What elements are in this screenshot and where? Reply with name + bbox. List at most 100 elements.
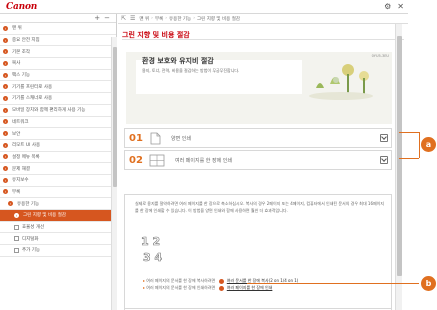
- sidebar-item[interactable]: › 맨 위: [0, 23, 116, 35]
- sidebar-item-label: 효율성 개선: [22, 225, 45, 231]
- sidebar-item-label: 문제 해결: [12, 166, 30, 172]
- content-toolbar: ⇱ ☰ 맨 위 › 부록 › 유용한 기능 › 그린 지향 및 비용 절감: [118, 14, 408, 24]
- sidebar-item-label: 유지보수: [12, 178, 29, 184]
- chevron-right-icon: ›: [3, 84, 8, 90]
- chevron-right-icon: ›: [3, 72, 8, 78]
- gear-icon[interactable]: ⚙: [384, 2, 391, 11]
- item-duplex-print[interactable]: 01 양면 인쇄: [124, 128, 392, 148]
- breadcrumb-separator: ›: [193, 16, 195, 21]
- expand-toggle-button[interactable]: [380, 156, 388, 164]
- sidebar-item-label: 설정 메뉴 목록: [12, 154, 40, 160]
- chevron-right-icon: ›: [3, 95, 8, 101]
- close-icon[interactable]: ✕: [397, 2, 404, 11]
- item-number: 02: [129, 154, 143, 166]
- chevron-right-icon: ›: [3, 37, 8, 43]
- eco-trees-illustration: [309, 64, 373, 100]
- svg-text:1 2: 1 2: [141, 235, 160, 248]
- breadcrumb-3: 그린 지향 및 비용 절감: [197, 16, 240, 22]
- sidebar-item[interactable]: › 중요 안전 지침: [0, 35, 116, 47]
- chevron-right-icon: ›: [8, 201, 13, 207]
- item-label: 여러 페이지를 한 장에 인쇄: [175, 157, 232, 164]
- callout-b-marker: [218, 278, 224, 284]
- sidebar-list: › 맨 위 › 중요 안전 지침 › 기본 조작 › 복사 › 팩스 기능 › 기기를 프린터로 사용…: [0, 23, 116, 257]
- top-bar: Canon ⚙ ✕: [0, 0, 408, 14]
- sidebar-item[interactable]: › 기기를 프린터로 사용: [0, 81, 116, 94]
- expand-all-button[interactable]: +: [94, 14, 100, 23]
- description-text: 실제로 용지를 절약하려면 여러 페이지를 한 장으로 축소하십시오. 복사의 …: [135, 201, 385, 213]
- content-scroll-thumb[interactable]: [397, 36, 402, 276]
- option-print: ▸ 여러 페이지의 문서를 한 장에 인쇄하려면 여러 페이지를 한 장에 인쇄: [143, 285, 273, 291]
- sidebar-item[interactable]: › 유용한 기능: [0, 198, 116, 210]
- page-icon: [14, 247, 19, 253]
- multi-page-illustration: 1 2 3 4: [141, 235, 163, 265]
- expanded-panel: 실제로 용지를 절약하려면 여러 페이지를 한 장으로 축소하십시오. 복사의 …: [124, 194, 392, 310]
- chevron-right-icon: ›: [3, 107, 8, 113]
- sidebar-item-label: 리모트 UI 사용: [12, 143, 41, 149]
- chevron-right-icon: ›: [3, 189, 8, 195]
- sidebar-item-label: 기기를 스캐너로 사용: [12, 96, 53, 102]
- sidebar-item-label: 기본 조작: [12, 49, 30, 55]
- sidebar-item[interactable]: › 설정 메뉴 목록: [0, 152, 116, 164]
- callout-a: a: [421, 137, 436, 152]
- chevron-right-icon: ›: [3, 142, 8, 148]
- sidebar-scroll-thumb[interactable]: [113, 47, 117, 187]
- sidebar-item-label: 보안: [12, 131, 21, 137]
- sidebar-item-label: 부록: [12, 189, 21, 195]
- breadcrumb-1[interactable]: 부록: [155, 16, 163, 22]
- sidebar-item[interactable]: › 유지보수: [0, 175, 116, 187]
- callout-a-line-1: [399, 132, 419, 133]
- sidebar: + − › 맨 위 › 중요 안전 지침 › 기본 조작 › 복사 › 팩스 기능 › 기기를 프린터…: [0, 14, 117, 310]
- sidebar-item-label: 맨 위: [12, 26, 22, 32]
- sidebar-item[interactable]: › 보안: [0, 128, 116, 140]
- sidebar-item[interactable]: › 리모트 UI 사용: [0, 140, 116, 152]
- sidebar-item-label: 추가 기능: [22, 248, 40, 254]
- expand-toggle-button[interactable]: [380, 134, 388, 142]
- sidebar-item[interactable]: › 모바일 장치와 함께 편리하게 사용 기능: [0, 105, 116, 117]
- multi-page-icon: [149, 154, 165, 166]
- sidebar-item-label: 유용한 기능: [17, 201, 40, 207]
- content-area: ⇱ ☰ 맨 위 › 부록 › 유용한 기능 › 그린 지향 및 비용 절감 그린…: [118, 14, 408, 310]
- sidebar-item[interactable]: › 그린 지향 및 비용 절감: [0, 210, 116, 222]
- sidebar-item[interactable]: › 기본 조작: [0, 46, 116, 59]
- breadcrumb-2[interactable]: 유용한 기능: [169, 16, 191, 22]
- expand-icon[interactable]: ⇱: [121, 15, 126, 22]
- link-marker: [218, 285, 224, 291]
- chevron-right-icon: ›: [3, 131, 8, 137]
- sidebar-item-label: 기기를 프린터로 사용: [12, 84, 53, 90]
- sidebar-toolbar: + −: [0, 14, 116, 23]
- option-print-link[interactable]: 여러 페이지를 한 장에 인쇄: [227, 285, 273, 290]
- sidebar-item-label: 중요 안전 지침: [12, 38, 40, 44]
- options-list: ▸ 여러 페이지의 문서를 한 장에 복사하려면 여러 문서를 한 장에 복사(…: [143, 277, 298, 291]
- menu-icon[interactable]: ☰: [130, 15, 135, 22]
- sidebar-item[interactable]: › 네트워크: [0, 117, 116, 129]
- sidebar-item[interactable]: › 문제 해결: [0, 163, 116, 175]
- chevron-right-icon: ›: [3, 119, 8, 125]
- sidebar-item-label: 모바일 장치와 함께 편리하게 사용 기능: [12, 108, 86, 114]
- canon-logo[interactable]: Canon: [6, 2, 37, 12]
- document-icon: [150, 132, 161, 144]
- collapse-all-button[interactable]: −: [104, 14, 110, 23]
- breadcrumb-0[interactable]: 맨 위: [139, 16, 149, 22]
- sidebar-item[interactable]: › 팩스 기능: [0, 70, 116, 82]
- chevron-right-icon: ›: [3, 25, 8, 31]
- page-icon: [14, 224, 19, 230]
- item-label: 양면 인쇄: [171, 135, 191, 142]
- sidebar-item[interactable]: › 기기를 스캐너로 사용: [0, 93, 116, 105]
- sidebar-item[interactable]: 효율성 개선: [0, 222, 116, 234]
- breadcrumb-separator: ›: [165, 16, 168, 21]
- sidebar-item[interactable]: 디지털화: [0, 233, 116, 246]
- sidebar-item-label: 디지털화: [22, 236, 39, 242]
- callout-b-line: [247, 283, 419, 284]
- chevron-right-icon: ›: [3, 49, 8, 55]
- sidebar-item[interactable]: 추가 기능: [0, 245, 116, 257]
- item-multi-page-print[interactable]: 02 여러 페이지를 한 장에 인쇄: [124, 150, 392, 170]
- sidebar-item-label: 네트워크: [12, 119, 29, 125]
- callout-b: b: [421, 276, 436, 291]
- chevron-right-icon: ›: [14, 212, 19, 218]
- content-scrollbar[interactable]: [395, 24, 402, 310]
- sidebar-scrollbar[interactable]: [111, 37, 117, 310]
- sidebar-item[interactable]: › 부록: [0, 187, 116, 199]
- banner-title: 환경 보호와 유지비 절감: [142, 57, 214, 65]
- option-copy-label: 여러 페이지의 문서를 한 장에 복사하려면: [146, 278, 216, 283]
- sidebar-item[interactable]: › 복사: [0, 58, 116, 70]
